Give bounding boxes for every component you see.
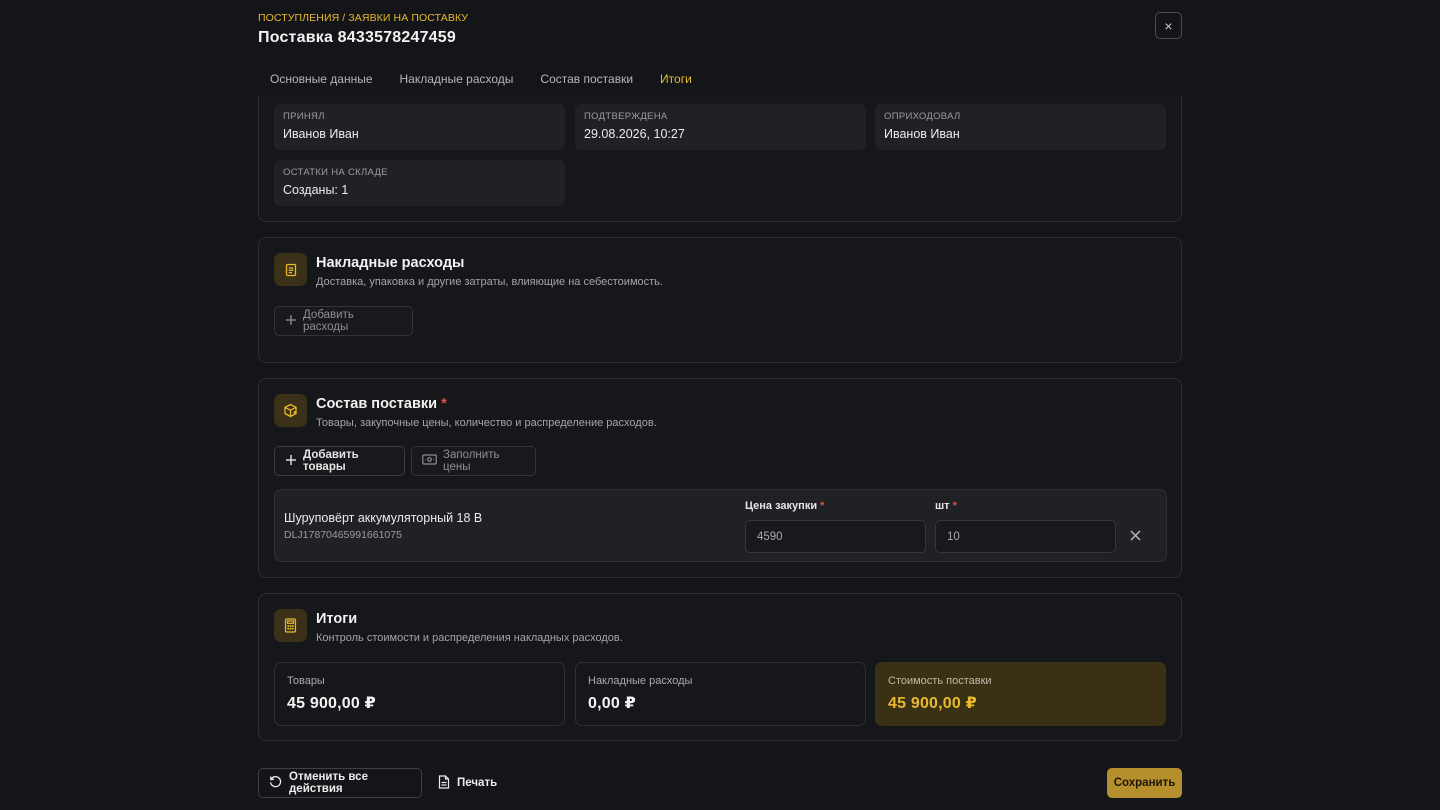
overhead-total-box: Накладные расходы 0,00 ₽ [575, 662, 866, 726]
save-button[interactable]: Сохранить [1107, 768, 1182, 798]
close-icon [1130, 530, 1141, 541]
overhead-title: Накладные расходы [316, 255, 465, 271]
fill-prices-button[interactable]: Заполнить цены [411, 446, 536, 476]
price-label-text: Цена закупки [745, 500, 818, 512]
modal-header: ПОСТУПЛЕНИЯ / ЗАЯВКИ НА ПОСТАВКУ Поставк… [258, 12, 468, 47]
breadcrumb[interactable]: ПОСТУПЛЕНИЯ / ЗАЯВКИ НА ПОСТАВКУ [258, 12, 468, 24]
totals-description: Контроль стоимости и распределения накла… [316, 632, 623, 644]
tab-bar: Основные данные Накладные расходы Состав… [258, 62, 707, 98]
add-goods-button[interactable]: Добавить товары [274, 446, 405, 476]
totals-title: Итоги [316, 611, 358, 627]
close-button[interactable]: × [1155, 12, 1182, 39]
stock-label: ОСТАТКИ НА СКЛАДЕ [283, 167, 388, 178]
confirmed-box: ПОДТВЕРЖДЕНА 29.08.2026, 10:27 [575, 104, 866, 150]
posted-by-value: Иванов Иван [884, 127, 960, 141]
accepted-by-box: ПРИНЯЛ Иванов Иван [274, 104, 565, 150]
accepted-by-label: ПРИНЯЛ [283, 111, 325, 122]
overhead-description: Доставка, упаковка и другие затраты, вли… [316, 276, 663, 288]
composition-title-text: Состав поставки [316, 396, 438, 412]
overhead-total-value: 0,00 ₽ [588, 695, 636, 712]
totals-section: Итоги Контроль стоимости и распределения… [258, 593, 1182, 741]
composition-section: Состав поставки * Товары, закупочные цен… [258, 378, 1182, 578]
price-label: Цена закупки * [745, 500, 824, 512]
print-label: Печать [457, 777, 498, 789]
print-button[interactable]: Печать [428, 768, 504, 798]
add-expenses-label: Добавить расходы [303, 309, 354, 333]
tab-main-data[interactable]: Основные данные [258, 62, 385, 98]
list-item: Шуруповёрт аккумуляторный 18 В DLJ178704… [274, 489, 1167, 562]
required-mark: * [820, 500, 825, 512]
file-icon [438, 774, 450, 792]
document-icon [274, 253, 307, 286]
required-mark: * [441, 396, 447, 412]
accepted-by-value: Иванов Иван [283, 127, 359, 141]
quantity-input[interactable] [935, 520, 1116, 553]
delivery-cost-box: Стоимость поставки 45 900,00 ₽ [875, 662, 1166, 726]
confirmed-value: 29.08.2026, 10:27 [584, 127, 685, 141]
overhead-total-label: Накладные расходы [588, 675, 693, 687]
purchase-price-input[interactable] [745, 520, 926, 553]
confirmed-label: ПОДТВЕРЖДЕНА [584, 111, 668, 122]
plus-icon [285, 314, 297, 329]
page-title: Поставка 8433578247459 [258, 29, 456, 46]
add-goods-label: Добавить товары [303, 449, 359, 473]
composition-description: Товары, закупочные цены, количество и ра… [316, 417, 657, 429]
item-sku: DLJ17870465991661075 [284, 529, 402, 541]
goods-total-label: Товары [287, 675, 325, 687]
stock-box: ОСТАТКИ НА СКЛАДЕ Созданы: 1 [274, 160, 565, 206]
stock-value: Созданы: 1 [283, 183, 349, 197]
composition-title: Состав поставки * [316, 396, 447, 412]
posted-by-box: ОПРИХОДОВАЛ Иванов Иван [875, 104, 1166, 150]
plus-icon [285, 454, 297, 469]
posted-by-label: ОПРИХОДОВАЛ [884, 111, 961, 122]
remove-item-button[interactable] [1130, 528, 1141, 544]
item-name: Шуруповёрт аккумуляторный 18 В [284, 511, 483, 525]
overhead-section: Накладные расходы Доставка, упаковка и д… [258, 237, 1182, 363]
tab-totals[interactable]: Итоги [648, 62, 704, 98]
qty-label-text: шт [935, 500, 950, 512]
goods-total-box: Товары 45 900,00 ₽ [274, 662, 565, 726]
delivery-cost-value: 45 900,00 ₽ [888, 695, 977, 712]
calculator-icon [274, 609, 307, 642]
tab-composition[interactable]: Состав поставки [528, 62, 645, 98]
fill-prices-label: Заполнить цены [443, 449, 500, 473]
undo-all-label: Отменить все действия [289, 771, 368, 795]
tab-overhead[interactable]: Накладные расходы [388, 62, 526, 98]
goods-total-value: 45 900,00 ₽ [287, 695, 376, 712]
required-mark: * [952, 500, 957, 512]
banknote-icon [422, 454, 437, 468]
close-icon: × [1164, 17, 1173, 34]
package-icon [274, 394, 307, 427]
qty-label: шт * [935, 500, 957, 512]
info-card: ПРИНЯЛ Иванов Иван ПОДТВЕРЖДЕНА 29.08.20… [258, 96, 1182, 222]
undo-all-button[interactable]: Отменить все действия [258, 768, 422, 798]
delivery-cost-label: Стоимость поставки [888, 675, 992, 687]
undo-icon [269, 775, 282, 791]
add-expenses-button[interactable]: Добавить расходы [274, 306, 413, 336]
